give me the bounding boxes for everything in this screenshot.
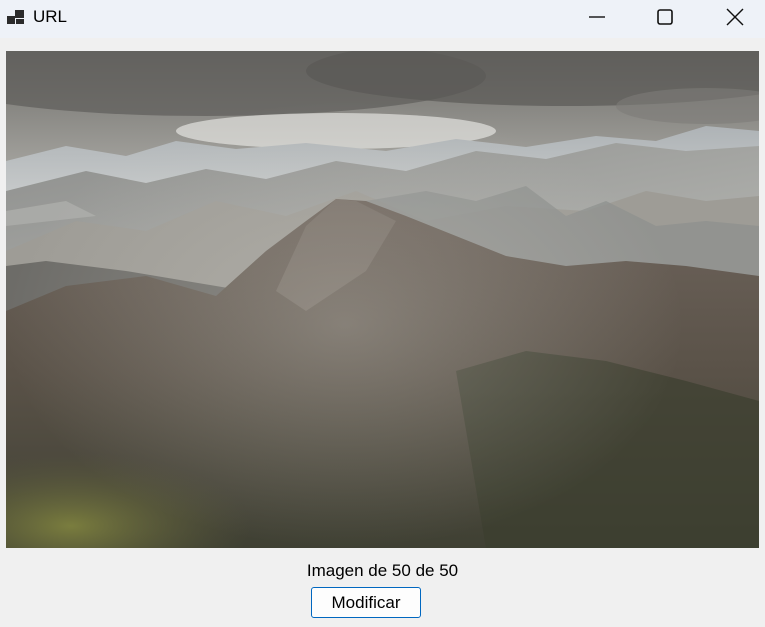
close-button[interactable] <box>704 0 765 34</box>
mountain-landscape-photo <box>6 51 759 548</box>
window-title: URL <box>33 7 68 26</box>
close-icon <box>726 8 744 26</box>
modify-button[interactable]: Modificar <box>311 587 421 618</box>
app-window-icon <box>7 10 24 24</box>
image-viewer <box>6 51 759 548</box>
image-counter: Imagen de 50 de 50 <box>306 561 459 580</box>
maximize-button[interactable] <box>634 0 696 34</box>
minimize-button[interactable] <box>566 0 628 34</box>
title-bar[interactable]: URL <box>0 0 765 38</box>
maximize-icon <box>657 9 673 25</box>
minimize-icon <box>589 16 605 18</box>
